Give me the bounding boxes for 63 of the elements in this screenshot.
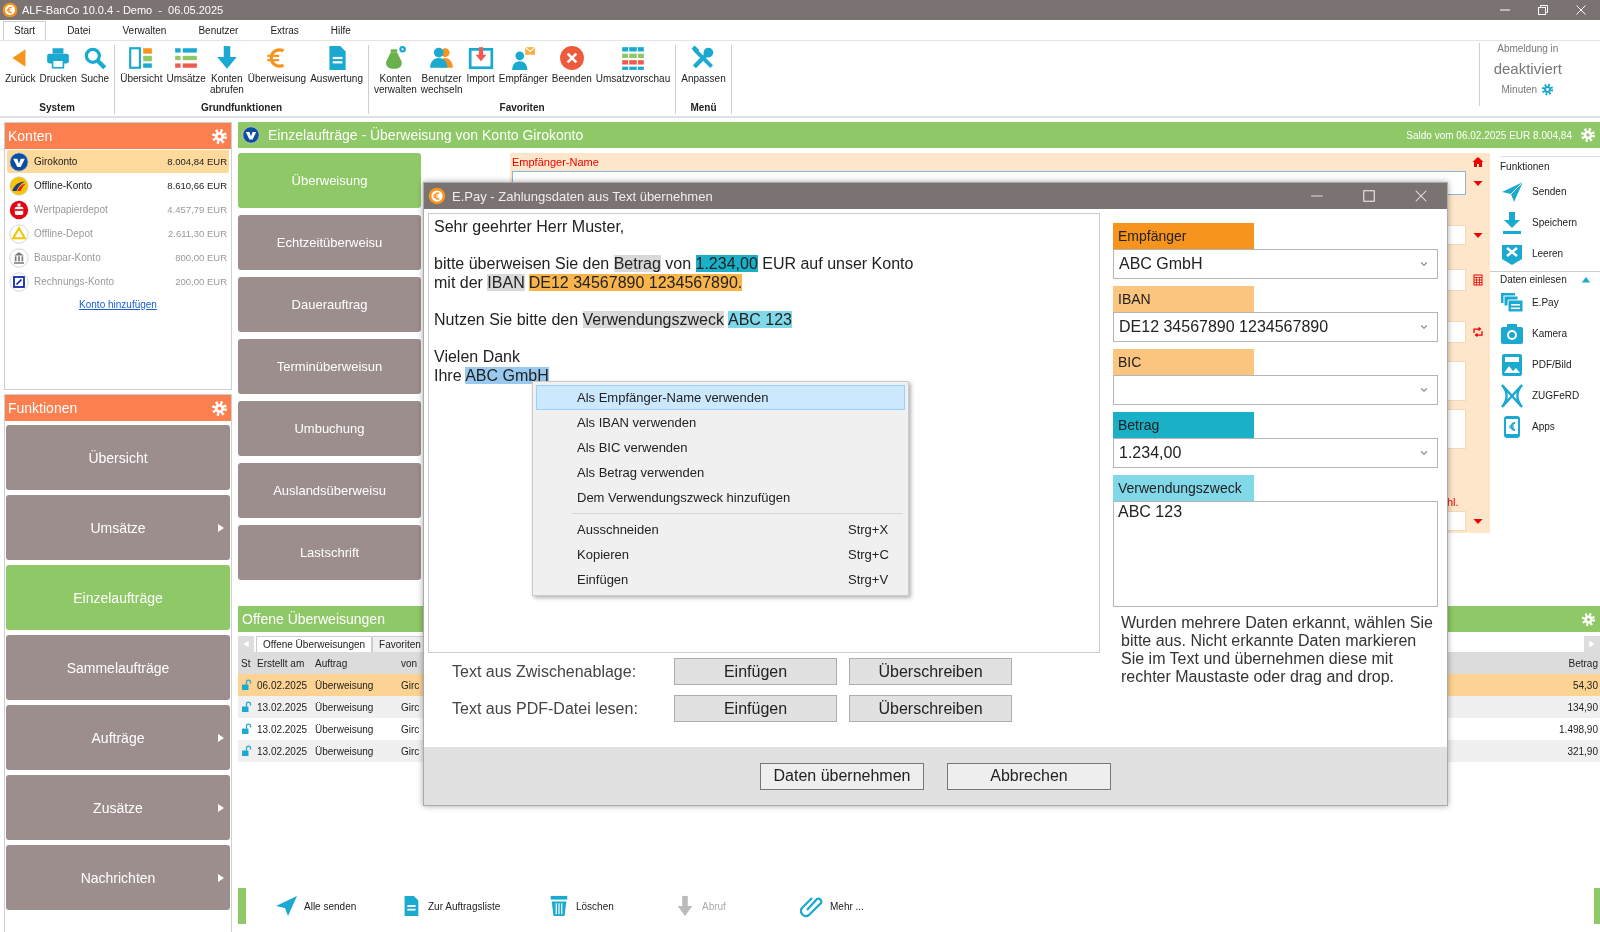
- section-title: Offene Überweisungen: [242, 611, 385, 627]
- source-label: Text aus PDF-Datei lesen:: [452, 699, 639, 718]
- letter-paragraph: bitte überweisen Sie den Betrag von 1.234,00 EUR auf unser Konto mit der IBAN DE12 34567890 1234567890.: [434, 254, 915, 292]
- session-unit: Minuten: [1501, 84, 1538, 95]
- field-label: Empfänger: [1113, 223, 1254, 249]
- field-label: Betrag: [1113, 412, 1254, 438]
- account-balance: 800,00 EUR: [175, 252, 227, 263]
- account-name: Girokonto: [34, 156, 79, 167]
- account-name: Wertpapierdepot: [34, 204, 109, 215]
- account-balance: 2.611,30 EUR: [168, 228, 227, 239]
- table-cell-text: 321,90: [1566, 745, 1599, 757]
- table-cell-text: Girc: [400, 679, 421, 691]
- account-name: Bauspar-Konto: [34, 252, 102, 263]
- side-section-title: Funktionen: [1500, 156, 1600, 172]
- table-cell-text: 1.498,90: [1558, 723, 1599, 735]
- account-name: Rechnungs-Konto: [34, 276, 116, 287]
- field-label: Empfänger-Name: [512, 156, 600, 168]
- column-header: von: [400, 657, 419, 669]
- section-title: Einzelaufträge - Überweisung von Konto Girokonto: [268, 127, 584, 143]
- table-cell-text: 06.02.2025: [256, 679, 309, 691]
- column-header: Auftrag: [314, 657, 349, 669]
- group-label: Grundfunktionen: [200, 102, 284, 114]
- account-name: Offline-Depot: [34, 228, 94, 239]
- letter-paragraph: Nutzen Sie bitte den Verwendungszweck ABC 123: [434, 310, 794, 329]
- table-cell-text: Girc: [400, 745, 421, 757]
- field-label: Verwendungszweck: [1113, 475, 1254, 501]
- table-cell-text: 134,90: [1566, 701, 1599, 713]
- account-balance: 200,00 EUR: [175, 276, 227, 287]
- account-balance: 8.610,66 EUR: [167, 180, 227, 191]
- table-cell-text: Überweisung: [314, 745, 375, 757]
- table-cell-text: 13.02.2025: [256, 745, 309, 757]
- account-balance: 8.004,84 EUR: [167, 156, 227, 167]
- window-title: ALF-BanCo 10.0.4 - Demo - 06.05.2025: [22, 4, 224, 16]
- letter-paragraph: Vielen Dank Ihre ABC GmbH: [434, 347, 550, 385]
- table-cell-text: Überweisung: [314, 723, 375, 735]
- letter-paragraph: Sehr geehrter Herr Muster,: [434, 217, 626, 236]
- column-header: Erstellt am: [256, 657, 306, 669]
- group-label: System: [38, 102, 76, 114]
- session-status: deaktiviert: [1493, 60, 1562, 77]
- dialog-title: E.Pay - Zahlungsdaten aus Text übernehmen: [452, 188, 713, 204]
- table-cell-text: Überweisung: [314, 679, 375, 691]
- account-name: Offline-Konto: [34, 180, 94, 191]
- table-cell-text: 54,30: [1571, 679, 1599, 691]
- field-label: BIC: [1113, 349, 1254, 375]
- column-header: Betrag: [1567, 657, 1599, 669]
- account-balance: 4.457,79 EUR: [167, 204, 227, 215]
- table-cell-text: Girc: [400, 701, 421, 713]
- table-cell-text: 13.02.2025: [256, 701, 309, 713]
- field-label: hl.: [1447, 496, 1459, 508]
- side-section-title: Daten einlesen: [1500, 274, 1567, 285]
- group-label: Menü: [689, 102, 718, 114]
- balance-text: Saldo vom 06.02.2025 EUR 8.004,84: [1406, 129, 1572, 141]
- panel-title: Funktionen: [8, 400, 78, 416]
- field-label: IBAN: [1113, 286, 1254, 312]
- group-label: Favoriten: [498, 102, 546, 114]
- hint-text: Wurden mehrere Daten erkannt, wählen Sie bitte aus. Nicht erkannte Daten markieren Sie im Text und übernehmen diese mit rechter Maustaste oder drag and drop.: [1120, 614, 1433, 686]
- table-cell-text: Girc: [400, 723, 421, 735]
- panel-title: Konten: [8, 128, 53, 144]
- source-label: Text aus Zwischenablage:: [452, 662, 638, 681]
- table-cell-text: Überweisung: [314, 701, 375, 713]
- table-cell-text: 13.02.2025: [256, 723, 309, 735]
- session-caption: Abmeldung in: [1497, 43, 1559, 54]
- column-header: St: [240, 657, 252, 669]
